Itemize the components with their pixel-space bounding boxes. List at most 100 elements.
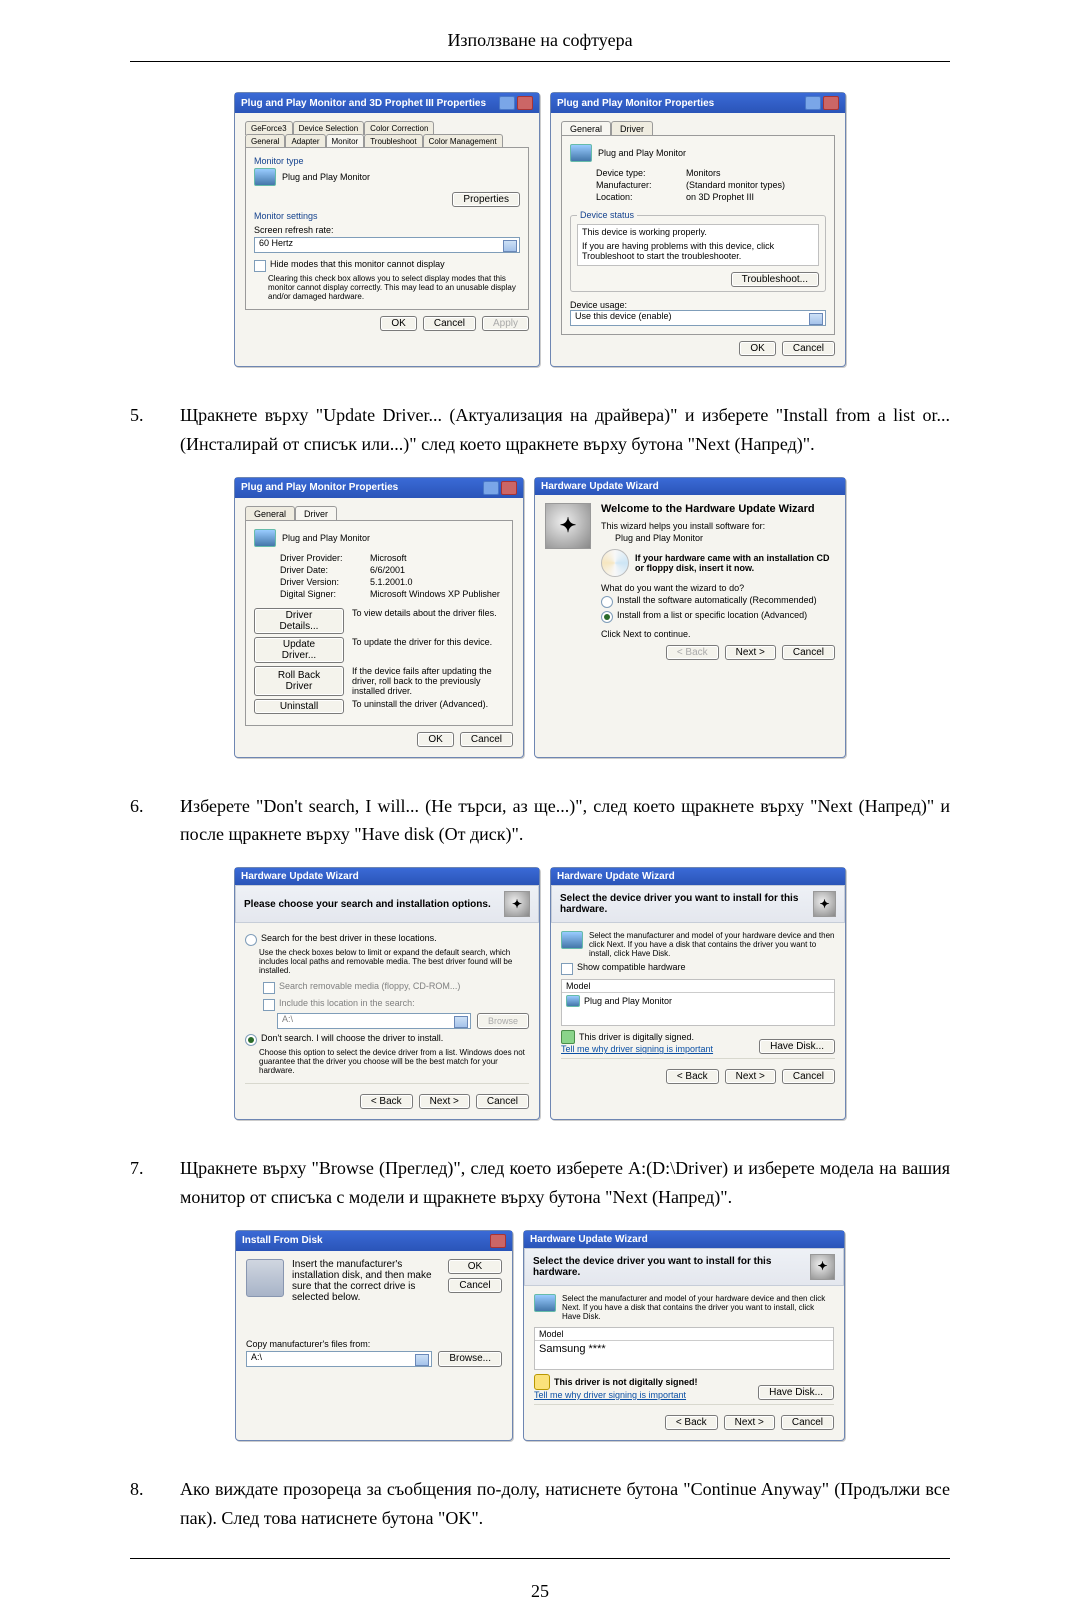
cancel-button[interactable]: Cancel: [476, 1094, 529, 1109]
hide-modes-checkbox[interactable]: [254, 260, 266, 272]
tab-geforce3[interactable]: GeForce3: [245, 121, 293, 135]
tab-general[interactable]: General: [245, 506, 295, 521]
cancel-button[interactable]: Cancel: [782, 1069, 835, 1084]
kv-date-k: Driver Date:: [280, 565, 360, 575]
close-icon[interactable]: [823, 96, 839, 110]
close-icon[interactable]: [517, 96, 533, 110]
tab-troubleshoot[interactable]: Troubleshoot: [364, 134, 422, 148]
uninstall-button[interactable]: Uninstall: [254, 699, 344, 714]
dlg3-device: Plug and Play Monitor: [282, 533, 370, 543]
wizard-opt-auto-label: Install the software automatically (Reco…: [617, 595, 817, 605]
dlg8-title: Hardware Update Wizard: [530, 1234, 648, 1245]
tab-adapter[interactable]: Adapter: [285, 134, 325, 148]
check-location: [263, 999, 275, 1011]
tell-why-link[interactable]: Tell me why driver signing is important: [534, 1390, 686, 1400]
status-line: This device is working properly.: [582, 227, 814, 237]
opt-dontsearch[interactable]: [245, 1034, 257, 1046]
device-usage-select[interactable]: Use this device (enable): [570, 310, 826, 326]
next-button[interactable]: Next >: [725, 645, 776, 660]
next-button[interactable]: Next >: [725, 1069, 776, 1084]
have-disk-button[interactable]: Have Disk...: [759, 1039, 835, 1054]
wizard-opt-list[interactable]: [601, 611, 613, 623]
dlg2-title: Plug and Play Monitor Properties: [557, 98, 714, 109]
ok-button[interactable]: OK: [380, 316, 416, 331]
help-icon[interactable]: [499, 96, 515, 110]
hide-modes-label: Hide modes that this monitor cannot disp…: [270, 259, 445, 269]
cancel-button[interactable]: Cancel: [460, 732, 513, 747]
show-compat-check[interactable]: [561, 963, 573, 975]
properties-button[interactable]: Properties: [452, 192, 520, 207]
dlg2-device: Plug and Play Monitor: [598, 148, 686, 158]
tab-driver[interactable]: Driver: [611, 121, 653, 136]
kv-loc-v: on 3D Prophet III: [686, 192, 754, 202]
hide-modes-desc: Clearing this check box allows you to se…: [268, 274, 520, 301]
model-item[interactable]: Samsung ****: [535, 1341, 833, 1357]
details-desc: To view details about the driver files.: [352, 608, 504, 634]
cd-icon: [601, 549, 629, 577]
ok-button[interactable]: OK: [448, 1259, 502, 1274]
step-8-num: 8.: [130, 1475, 154, 1533]
check-location-label: Include this location in the search:: [279, 998, 415, 1008]
monitor-name: Plug and Play Monitor: [282, 172, 370, 182]
footer-rule: [130, 1558, 950, 1559]
ok-button[interactable]: OK: [739, 341, 775, 356]
status-help: If you are having problems with this dev…: [582, 241, 814, 261]
tab-color-management[interactable]: Color Management: [423, 134, 503, 148]
cancel-button[interactable]: Cancel: [423, 316, 476, 331]
step-7-num: 7.: [130, 1154, 154, 1212]
wizard-intro: This wizard helps you install software f…: [601, 521, 835, 531]
tell-why-link[interactable]: Tell me why driver signing is important: [561, 1044, 713, 1054]
kv-sig-v: Microsoft Windows XP Publisher: [370, 589, 500, 599]
refresh-rate-select[interactable]: 60 Hertz: [254, 237, 520, 253]
help-icon[interactable]: [805, 96, 821, 110]
copy-from-select[interactable]: A:\: [246, 1351, 432, 1367]
copy-from-label: Copy manufacturer's files from:: [246, 1339, 502, 1349]
tab-general[interactable]: General: [245, 134, 285, 148]
tab-monitor[interactable]: Monitor: [326, 134, 365, 148]
apply-button: Apply: [482, 316, 529, 331]
have-disk-button[interactable]: Have Disk...: [758, 1385, 834, 1400]
wizard-clicknext: Click Next to continue.: [601, 629, 835, 639]
device-usage-label: Device usage:: [570, 300, 826, 310]
step-6-num: 6.: [130, 792, 154, 850]
tab-device-selection[interactable]: Device Selection: [293, 121, 365, 135]
signed-icon: [561, 1030, 575, 1044]
dlg7-title: Install From Disk: [242, 1235, 323, 1246]
next-button[interactable]: Next >: [724, 1415, 775, 1430]
model-item[interactable]: Plug and Play Monitor: [562, 993, 834, 1009]
header-rule: [130, 61, 950, 62]
wizard-cdhint: If your hardware came with an installati…: [635, 553, 835, 573]
troubleshoot-button[interactable]: Troubleshoot...: [731, 272, 819, 287]
monitor-icon: [570, 144, 592, 162]
dlg5-title: Hardware Update Wizard: [241, 871, 359, 882]
tab-general[interactable]: General: [561, 121, 611, 136]
dlg7-instr: Insert the manufacturer's installation d…: [292, 1259, 440, 1303]
kv-mfr-v: (Standard monitor types): [686, 180, 785, 190]
rollback-driver-button[interactable]: Roll Back Driver: [254, 666, 344, 696]
cancel-button[interactable]: Cancel: [781, 1415, 834, 1430]
tab-driver[interactable]: Driver: [295, 506, 337, 521]
cancel-button[interactable]: Cancel: [782, 341, 835, 356]
wizard-opt-auto[interactable]: [601, 596, 613, 608]
tab-color-correction[interactable]: Color Correction: [364, 121, 434, 135]
step-5-text: Щракнете върху "Update Driver... (Актуал…: [180, 401, 950, 459]
page-number: 25: [130, 1581, 950, 1602]
cancel-button[interactable]: Cancel: [782, 645, 835, 660]
close-icon[interactable]: [490, 1234, 506, 1248]
back-button[interactable]: < Back: [360, 1094, 413, 1109]
back-button[interactable]: < Back: [665, 1415, 718, 1430]
browse-button[interactable]: Browse...: [438, 1351, 502, 1367]
step-5-num: 5.: [130, 401, 154, 459]
back-button[interactable]: < Back: [666, 1069, 719, 1084]
cancel-button[interactable]: Cancel: [448, 1278, 502, 1293]
opt-search[interactable]: [245, 934, 257, 946]
dlg8-desc: Select the manufacturer and model of you…: [562, 1294, 834, 1321]
update-driver-button[interactable]: Update Driver...: [254, 637, 344, 663]
monitor-icon: [254, 529, 276, 547]
help-icon[interactable]: [483, 481, 499, 495]
next-button[interactable]: Next >: [419, 1094, 470, 1109]
ok-button[interactable]: OK: [417, 732, 453, 747]
wizard-icon: ✦: [810, 1254, 835, 1280]
driver-details-button[interactable]: Driver Details...: [254, 608, 344, 634]
close-icon[interactable]: [501, 481, 517, 495]
